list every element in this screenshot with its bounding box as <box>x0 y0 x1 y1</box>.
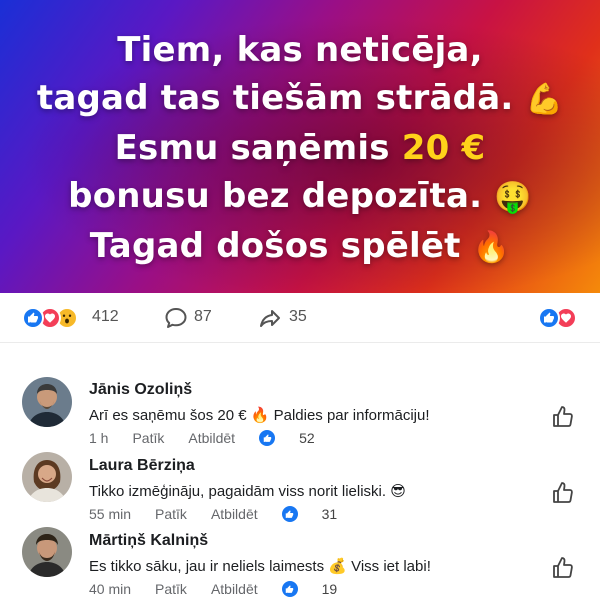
comment-text: Tikko izmēģināju, pagaidām viss norit li… <box>89 483 406 500</box>
reactions-count: 412 <box>92 308 119 325</box>
promo-banner: Tiem, kas neticēja, tagad tas tiešām str… <box>0 0 600 293</box>
comment-meta: 1 h Patīk Atbildēt 52 <box>89 430 339 446</box>
commenter-name[interactable]: Laura Bērziņa <box>89 457 195 475</box>
flexed-biceps-emoji: 💪 <box>525 81 564 117</box>
comment-likes-number: 52 <box>299 430 315 446</box>
commenter-name[interactable]: Mārtiņš Kalniņš <box>89 532 208 550</box>
banner-line-5: Tagad došos spēlēt 🔥 <box>90 222 510 272</box>
comment-item: Laura Bērziņa Tikko izmēģināju, pagaidām… <box>0 451 600 522</box>
bonus-amount: 20 € <box>401 127 486 168</box>
like-icon <box>281 581 298 597</box>
comment-likes-number: 31 <box>321 506 338 522</box>
reply-link[interactable]: Atbildēt <box>211 581 258 597</box>
money-mouth-emoji: 🤑 <box>494 179 532 215</box>
comment-time: 1 h <box>89 430 109 446</box>
reaction-summary[interactable] <box>22 307 88 329</box>
avatar[interactable] <box>22 452 72 502</box>
thumbs-up-icon[interactable] <box>551 405 575 429</box>
avatar[interactable] <box>22 377 72 427</box>
comment-like-count: 19 <box>281 581 362 597</box>
comment-meta: 40 min Patīk Atbildēt 19 <box>89 581 361 597</box>
like-icon <box>259 430 276 446</box>
comment-like-count: 31 <box>281 506 362 522</box>
like-icon <box>22 307 44 329</box>
comment-icon[interactable] <box>164 306 188 335</box>
banner-line-2-text: tagad tas tiešām strādā. <box>36 77 514 118</box>
thumbs-up-icon[interactable] <box>551 481 575 505</box>
like-comment-link[interactable]: Patīk <box>155 506 187 522</box>
share-icon[interactable] <box>258 306 282 335</box>
banner-line-3-text: Esmu saņēmis <box>114 127 402 168</box>
comments-count: 87 <box>194 308 212 325</box>
post-stats-bar: 412 87 35 <box>0 293 600 343</box>
comment-time: 55 min <box>89 506 132 522</box>
commenter-name[interactable]: Jānis Ozoliņš <box>89 381 192 399</box>
banner-line-4: bonusu bez depozīta. 🤑 <box>68 172 532 222</box>
reply-link[interactable]: Atbildēt <box>188 430 235 446</box>
banner-line-5-text: Tagad došos spēlēt <box>89 225 461 266</box>
comment-text: Es tikko sāku, jau ir neliels laimests 💰… <box>89 558 431 575</box>
comment-likes-number: 19 <box>321 581 338 597</box>
comment-meta: 55 min Patīk Atbildēt 31 <box>89 506 361 522</box>
comment-item: Jānis Ozoliņš Arī es saņēmu šos 20 € 🔥 P… <box>0 375 600 446</box>
banner-line-3: Esmu saņēmis 20 € <box>115 124 486 172</box>
comment-text: Arī es saņēmu šos 20 € 🔥 Paldies par inf… <box>89 407 430 424</box>
banner-line-2: tagad tas tiešām strādā. 💪 <box>37 74 563 124</box>
thumbs-up-icon[interactable] <box>551 556 575 580</box>
shares-count: 35 <box>289 308 307 325</box>
like-comment-link[interactable]: Patīk <box>155 581 187 597</box>
comment-item: Mārtiņš Kalniņš Es tikko sāku, jau ir ne… <box>0 526 600 597</box>
fire-emoji: 🔥 <box>472 229 511 265</box>
reaction-summary-right[interactable] <box>538 307 582 329</box>
avatar[interactable] <box>22 527 72 577</box>
banner-line-1: Tiem, kas neticēja, <box>117 29 483 70</box>
comment-time: 40 min <box>89 581 132 597</box>
banner-line-4-text: bonusu bez depozīta. <box>68 175 483 216</box>
like-comment-link[interactable]: Patīk <box>132 430 164 446</box>
comments-section: Jānis Ozoliņš Arī es saņēmu šos 20 € 🔥 P… <box>0 343 600 600</box>
reply-link[interactable]: Atbildēt <box>211 506 258 522</box>
like-icon <box>281 506 298 522</box>
comment-like-count: 52 <box>259 430 339 446</box>
like-icon <box>538 307 560 329</box>
